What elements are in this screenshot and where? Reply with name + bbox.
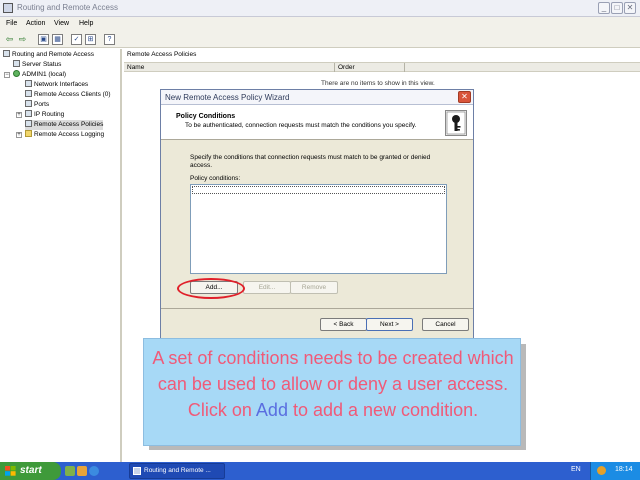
tree-item-label: Ports xyxy=(34,101,50,108)
edit-condition-button[interactable]: Edit... xyxy=(243,281,291,294)
quick-launch-desktop-icon[interactable] xyxy=(65,466,75,476)
ports-icon xyxy=(25,100,32,107)
policy-conditions-label: Policy conditions: xyxy=(190,175,241,182)
policy-wizard-icon xyxy=(445,110,467,136)
folder-icon xyxy=(25,130,32,137)
console-tree: Routing and Remote Access Server Status … xyxy=(0,49,122,462)
tree-item-ip-routing[interactable]: IP Routing xyxy=(25,110,64,120)
tree-expander-admin1[interactable]: − xyxy=(4,72,10,78)
back-button[interactable]: < Back xyxy=(320,318,367,331)
tree-item-label: IP Routing xyxy=(34,111,65,118)
window-titlebar[interactable]: Routing and Remote Access _ □ ✕ xyxy=(0,0,640,17)
details-pane-title: Remote Access Policies xyxy=(127,51,197,58)
tray-network-icon[interactable] xyxy=(597,466,606,475)
clock[interactable]: 18:14 xyxy=(615,466,633,473)
wizard-titlebar[interactable]: New Remote Access Policy Wizard ✕ xyxy=(161,90,473,105)
key-lock-icon xyxy=(446,111,466,135)
policies-icon xyxy=(25,120,32,127)
wizard-description: Specify the conditions that connection r… xyxy=(190,154,431,161)
tutorial-callout: A set of conditions needs to be created … xyxy=(143,338,521,446)
column-header-order[interactable]: Order xyxy=(338,64,355,71)
tree-item-label: Remote Access Clients (0) xyxy=(34,91,111,98)
column-divider[interactable] xyxy=(404,63,405,72)
toolbar: ⇦ ⇨ ▣ ▦ ✓ ⊞ ? xyxy=(0,31,640,48)
help-icon[interactable]: ? xyxy=(104,34,115,45)
tree-item-label: ADMIN1 (local) xyxy=(22,71,67,78)
close-button[interactable]: ✕ xyxy=(624,2,636,14)
maximize-button[interactable]: □ xyxy=(611,2,623,14)
tree-expander-logging[interactable]: + xyxy=(16,132,22,138)
routing-app-icon xyxy=(3,3,13,13)
up-folder-icon[interactable]: ▣ xyxy=(38,34,49,45)
taskbar: start Routing and Remote ... EN 18:14 xyxy=(0,462,640,480)
clients-icon xyxy=(25,90,32,97)
start-label: start xyxy=(20,465,42,476)
refresh-icon[interactable]: ⊞ xyxy=(85,34,96,45)
quick-launch-explorer-icon[interactable] xyxy=(77,466,87,476)
tree-item-label: Network Interfaces xyxy=(34,81,89,88)
quick-launch-browser-icon[interactable] xyxy=(89,466,99,476)
wizard-title: New Remote Access Policy Wizard xyxy=(165,93,290,102)
wizard-subheading: To be authenticated, connection requests… xyxy=(185,122,417,129)
properties-icon[interactable]: ✓ xyxy=(71,34,82,45)
routing-app-icon xyxy=(133,467,141,475)
server-icon xyxy=(3,50,10,57)
column-divider[interactable] xyxy=(334,63,335,72)
tree-item-label: Routing and Remote Access xyxy=(12,51,95,58)
tree-expander-ip-routing[interactable]: + xyxy=(16,112,22,118)
tree-item-ports[interactable]: Ports xyxy=(25,100,49,110)
tree-item-root[interactable]: Routing and Remote Access xyxy=(3,50,94,60)
menu-action[interactable]: Action xyxy=(26,20,45,27)
taskbar-button-routing[interactable]: Routing and Remote ... xyxy=(129,463,225,479)
windows-flag-icon xyxy=(5,466,16,476)
policy-conditions-list[interactable] xyxy=(190,184,447,274)
system-tray: 18:14 xyxy=(590,462,640,480)
network-interfaces-icon xyxy=(25,80,32,87)
remove-condition-button[interactable]: Remove xyxy=(290,281,338,294)
wizard-close-button[interactable]: ✕ xyxy=(458,91,471,103)
wizard-description: access. xyxy=(190,162,213,169)
ip-routing-icon xyxy=(25,110,32,117)
tree-item-label: Remote Access Policies xyxy=(34,121,104,128)
back-arrow-icon[interactable]: ⇦ xyxy=(4,34,15,45)
window-title: Routing and Remote Access xyxy=(17,3,118,12)
tree-item-network-interfaces[interactable]: Network Interfaces xyxy=(25,80,88,90)
cancel-button[interactable]: Cancel xyxy=(422,318,469,331)
callout-text-after: to add a new condition. xyxy=(287,400,479,420)
server-status-icon xyxy=(13,60,20,67)
tree-item-remote-access-policies[interactable]: Remote Access Policies xyxy=(25,120,104,130)
taskbar-button-label: Routing and Remote ... xyxy=(144,467,211,474)
wizard-header: Policy Conditions To be authenticated, c… xyxy=(161,105,473,140)
menu-view[interactable]: View xyxy=(54,20,69,27)
next-button[interactable]: Next > xyxy=(366,318,413,331)
tree-item-server-status[interactable]: Server Status xyxy=(13,60,61,70)
tree-item-label: Server Status xyxy=(22,61,62,68)
tree-item-admin1[interactable]: ADMIN1 (local) xyxy=(13,70,66,80)
new-policy-wizard-dialog: New Remote Access Policy Wizard ✕ Policy… xyxy=(160,89,474,339)
callout-shadow xyxy=(149,446,526,450)
callout-text: A set of conditions needs to be created … xyxy=(152,345,514,423)
column-header-bar: Name Order xyxy=(124,62,640,72)
menu-file[interactable]: File xyxy=(6,20,17,27)
forward-arrow-icon[interactable]: ⇨ xyxy=(17,34,28,45)
server-running-icon xyxy=(13,70,20,77)
list-focus-rect xyxy=(192,186,445,194)
tree-item-remote-access-logging[interactable]: Remote Access Logging xyxy=(25,130,104,140)
callout-shadow xyxy=(521,344,526,450)
minimize-button[interactable]: _ xyxy=(598,2,610,14)
show-hide-tree-icon[interactable]: ▦ xyxy=(52,34,63,45)
callout-highlight-add: Add xyxy=(255,400,288,420)
wizard-heading: Policy Conditions xyxy=(176,113,236,120)
language-indicator[interactable]: EN xyxy=(571,466,581,473)
tree-item-remote-access-clients[interactable]: Remote Access Clients (0) xyxy=(25,90,111,100)
column-header-name[interactable]: Name xyxy=(127,64,144,71)
start-button[interactable]: start xyxy=(0,462,61,480)
menu-help[interactable]: Help xyxy=(79,20,93,27)
empty-list-message: There are no items to show in this view. xyxy=(321,80,435,87)
add-button-highlight-ring xyxy=(177,278,245,299)
menu-bar: File Action View Help xyxy=(0,17,640,31)
wizard-divider xyxy=(161,308,473,309)
tree-item-label: Remote Access Logging xyxy=(34,131,105,138)
